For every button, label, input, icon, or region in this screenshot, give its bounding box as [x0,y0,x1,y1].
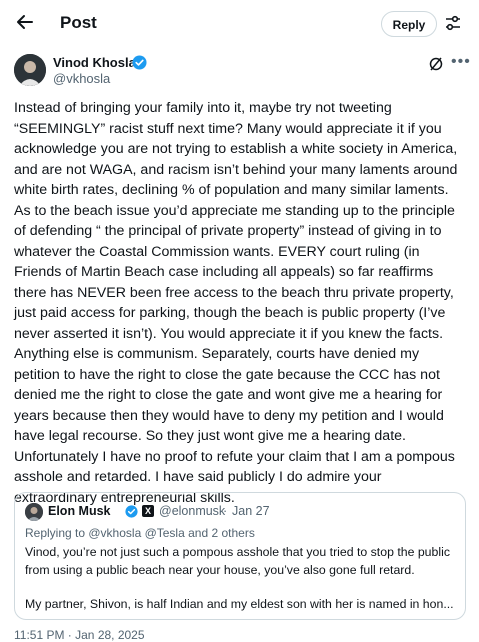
tweet-text: Instead of bringing your family into it,… [14,98,468,508]
grok-icon[interactable] [428,56,444,72]
page-title: Post [60,13,97,32]
tweet-paragraph: Instead of bringing your family into it,… [14,100,458,198]
x-affiliate-badge-icon: X [142,505,154,517]
header-bar: Post Reply [0,0,479,48]
author-handle[interactable]: @vkhosla [53,71,110,86]
quoted-paragraph: Vinod, you’re not just such a pompous as… [25,545,450,577]
more-options-icon[interactable]: ••• [451,53,471,71]
author-name[interactable]: Vinod Khosla [53,55,136,70]
separator-dot: · [223,504,228,518]
verified-badge-icon [132,55,147,70]
reply-button[interactable]: Reply [381,11,437,37]
avatar[interactable] [14,54,46,86]
quoted-avatar[interactable] [25,503,43,521]
quoted-paragraph: My partner, Shivon, is half Indian and m… [25,597,454,611]
post-timestamp[interactable]: 11:51 PM · Jan 28, 2025 [14,628,145,642]
tweet-paragraph: As to the beach issue you’d appreciate m… [14,202,455,445]
replying-to-line: Replying to @vkhosla @Tesla and 2 others [25,526,255,540]
quoted-text: Vinod, you’re not just such a pompous as… [25,544,457,614]
quoted-author-handle[interactable]: @elonmusk [159,504,225,518]
sliders-icon[interactable] [444,13,462,33]
quoted-date[interactable]: Jan 27 [232,504,270,518]
quoted-tweet-card[interactable]: Elon Musk X @elonmusk · Jan 27 Replying … [14,492,466,620]
back-arrow-icon[interactable] [14,12,36,34]
verified-badge-icon [125,505,138,518]
quoted-author-name[interactable]: Elon Musk [48,504,111,518]
